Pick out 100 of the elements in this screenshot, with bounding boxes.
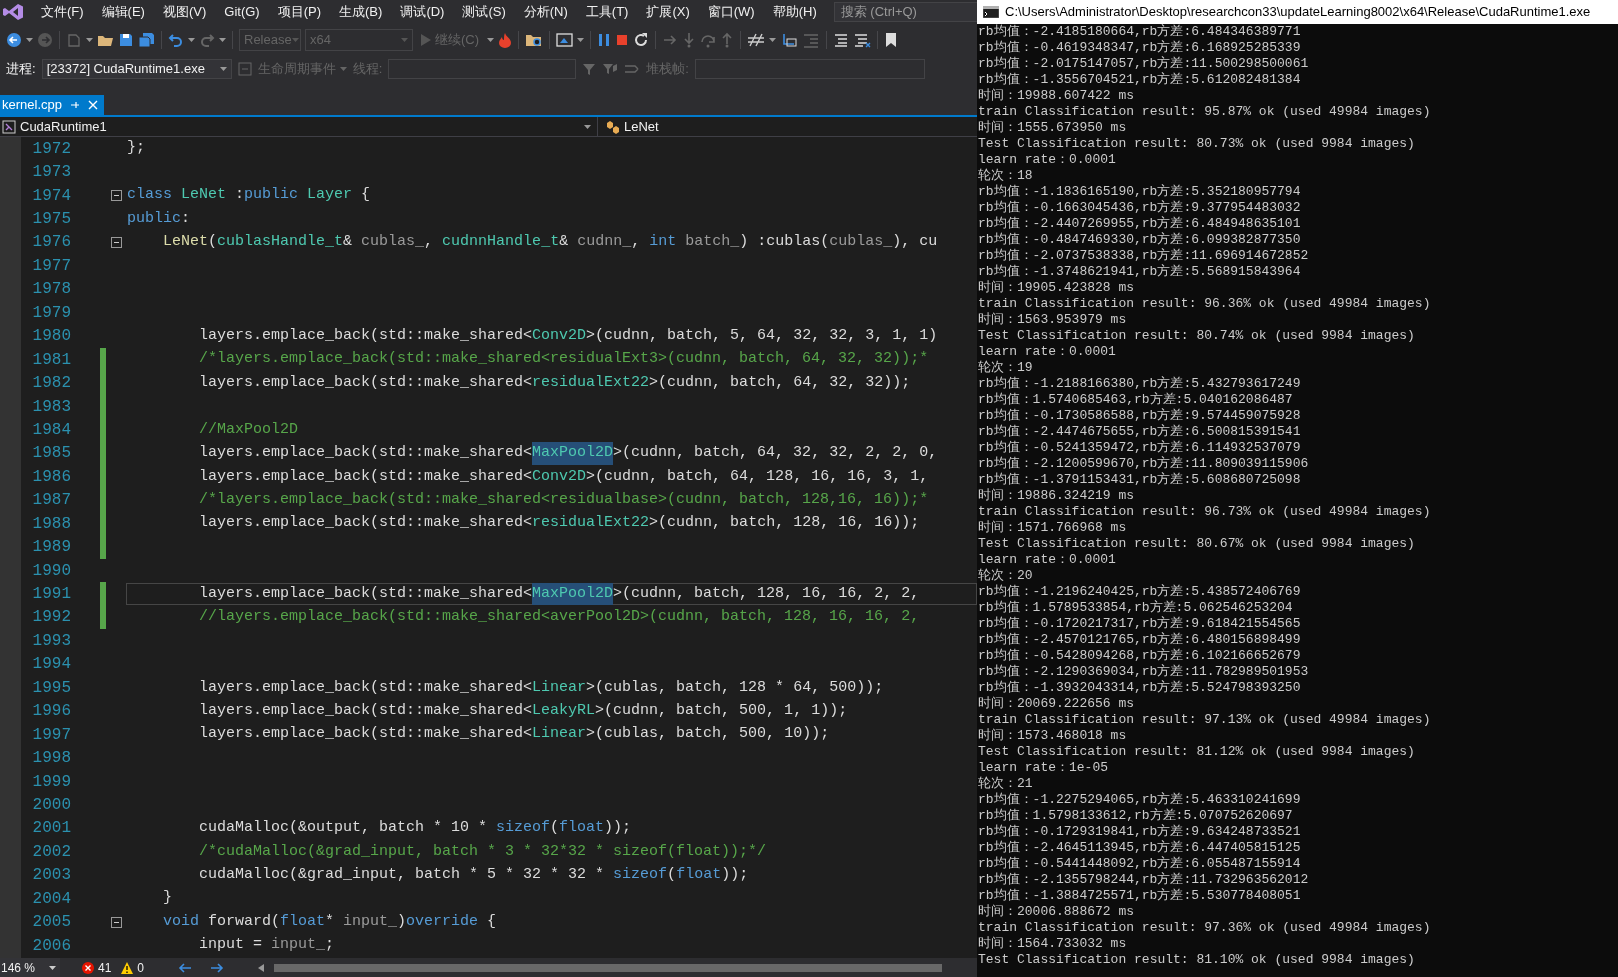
menu-item[interactable]: 窗口(W) xyxy=(698,0,764,24)
caret-icon[interactable] xyxy=(26,38,33,42)
pause-icon[interactable] xyxy=(597,33,612,47)
bookmark-icon[interactable] xyxy=(884,32,899,48)
console-line: 时间：1564.733032 ms xyxy=(978,936,1128,952)
line-number: 1983 xyxy=(31,396,71,418)
collapse-icon[interactable] xyxy=(110,916,122,928)
line-number: 2004 xyxy=(31,888,71,910)
console-line: 时间：1573.468018 ms xyxy=(978,728,1128,744)
console-line: Test Classification result: 80.67% ok (used 9984 images) xyxy=(978,536,1416,552)
caret-icon[interactable] xyxy=(577,38,585,42)
scope-dropdown[interactable]: LeNet xyxy=(598,117,977,136)
console-line: learn rate：0.0001 xyxy=(978,344,1117,360)
menu-item[interactable]: 文件(F) xyxy=(32,0,93,24)
process-dropdown[interactable]: [23372] CudaRuntime1.exe xyxy=(41,58,232,79)
code-line: layers.emplace_back(std::make_shared<LeakyRL>(cudnn, batch, 500, 1, 1)); xyxy=(198,700,849,721)
menu-item[interactable]: 生成(B) xyxy=(330,0,392,24)
indent-icon[interactable] xyxy=(780,32,799,48)
console-line: rb均值：-2.0737538338,rb方差:11.696914672852 xyxy=(978,248,1310,264)
console-line: Test Classification result: 80.74% ok (used 9984 images) xyxy=(978,328,1416,344)
step-over-icon[interactable] xyxy=(700,32,717,48)
comment-lines-icon[interactable] xyxy=(833,32,850,48)
caret-icon[interactable] xyxy=(769,38,777,42)
console-line: learn rate：1e-05 xyxy=(978,760,1110,776)
line-number: 2005 xyxy=(31,912,71,934)
scroll-left-icon[interactable] xyxy=(258,963,265,972)
redo-icon[interactable] xyxy=(199,32,215,48)
folder-search-icon[interactable] xyxy=(525,32,544,48)
menu-item[interactable]: 帮助(H) xyxy=(763,0,826,24)
line-number: 1992 xyxy=(31,607,71,629)
hex-icon[interactable] xyxy=(747,32,766,48)
code-line: input = input_; xyxy=(198,935,336,956)
line-number: 1987 xyxy=(31,490,71,512)
console-line: rb均值：-0.1663045436,rb方差:9.377954483032 xyxy=(978,200,1302,216)
filter-icon[interactable] xyxy=(582,61,597,76)
undo-icon[interactable] xyxy=(168,32,184,48)
back-icon[interactable] xyxy=(6,32,22,48)
screenshot-icon[interactable] xyxy=(556,32,574,48)
console-line: rb均值：-2.1290369034,rb方差:11.782989501953 xyxy=(978,664,1310,680)
console-line: rb均值：-0.1729319841,rb方差:9.634248733521 xyxy=(978,824,1302,840)
menu-item[interactable]: 编辑(E) xyxy=(92,0,154,24)
stop-icon[interactable] xyxy=(615,33,630,47)
file-tab[interactable]: kernel.cpp xyxy=(0,95,104,115)
zoom-dropdown[interactable]: 146 % xyxy=(0,958,60,977)
project-dropdown[interactable]: CudaRuntime1 xyxy=(0,117,598,136)
caret-icon[interactable] xyxy=(219,38,226,42)
error-count[interactable]: 41 xyxy=(82,958,112,977)
menu-item[interactable]: 扩展(X) xyxy=(637,0,699,24)
save-icon[interactable] xyxy=(118,32,134,48)
back-arrow-icon[interactable] xyxy=(178,961,193,974)
code-line: } xyxy=(162,888,173,909)
code-line: layers.emplace_back(std::make_shared<Conv2D>(cudnn, batch, 64, 128, 16, 16, 3, 1, xyxy=(198,466,930,487)
line-number: 1984 xyxy=(31,419,71,441)
line-number: 1972 xyxy=(31,138,71,160)
line-number: 1995 xyxy=(31,677,71,699)
close-icon[interactable] xyxy=(88,100,98,110)
uncomment-lines-icon[interactable] xyxy=(853,32,872,48)
search-field[interactable]: 搜索 (Ctrl+Q) xyxy=(833,1,977,22)
line-number: 2003 xyxy=(31,865,71,887)
menu-item[interactable]: 调试(D) xyxy=(391,0,454,24)
console-line: 时间：19886.324219 ms xyxy=(978,488,1136,504)
save-all-icon[interactable] xyxy=(138,32,155,48)
console-line: rb均值：-0.1730586588,rb方差:9.574459075928 xyxy=(978,408,1302,424)
warning-count[interactable]: 0 xyxy=(121,958,145,977)
collapse-icon[interactable] xyxy=(110,236,122,248)
menu-item[interactable]: 视图(V) xyxy=(153,0,216,24)
caret-icon[interactable] xyxy=(188,38,195,42)
new-item-icon[interactable] xyxy=(66,32,82,48)
console-line: train Classification result: 95.87% ok (used 49984 images) xyxy=(978,104,1432,120)
console-line: Test Classification result: 81.12% ok (used 9984 images) xyxy=(978,744,1416,760)
window-title: C:\Users\Administrator\Desktop\researchcon33\updateLearning8002\x64\Release\CudaRuntime1.exe xyxy=(1005,3,1591,22)
restart-icon[interactable] xyxy=(633,32,650,48)
flag-filter-icon[interactable] xyxy=(602,61,619,76)
flame-icon[interactable] xyxy=(498,32,513,48)
caret-icon[interactable] xyxy=(487,38,495,42)
forward-arrow-icon[interactable] xyxy=(210,961,225,974)
menu-item[interactable]: 测试(S) xyxy=(453,0,515,24)
line-number: 1981 xyxy=(31,349,71,371)
caret-icon xyxy=(584,124,591,129)
line-number: 2006 xyxy=(31,935,71,957)
console-line: rb均值：-1.1836165190,rb方差:5.352180957794 xyxy=(978,184,1302,200)
code-line: /*cudaMalloc(&grad_input, batch * 3 * 32*32 * sizeof(float));*/ xyxy=(198,841,768,862)
console-line: 时间：1571.766968 ms xyxy=(978,520,1128,536)
caret-icon xyxy=(49,965,56,970)
console-line: 时间：20006.888672 ms xyxy=(978,904,1136,920)
console-line: rb均值：-1.2196240425,rb方差:5.438572406769 xyxy=(978,584,1302,600)
step-into-icon[interactable] xyxy=(682,32,697,48)
collapse-icon[interactable] xyxy=(110,190,122,202)
menu-item[interactable]: 项目(P) xyxy=(268,0,331,24)
line-number: 2002 xyxy=(31,841,71,863)
menu-item[interactable]: 工具(T) xyxy=(576,0,638,24)
console-icon xyxy=(983,6,999,18)
caret-icon[interactable] xyxy=(86,38,93,42)
menu-item[interactable]: Git(G) xyxy=(215,0,269,24)
console-line: rb均值：-2.4645113945,rb方差:6.447405815125 xyxy=(978,840,1302,856)
pin-icon[interactable] xyxy=(70,100,80,110)
process-label: 进程: xyxy=(6,59,36,78)
menu-item[interactable]: 分析(N) xyxy=(514,0,577,24)
line-number: 1985 xyxy=(31,443,71,465)
console-line: rb均值：-1.3556704521,rb方差:5.612082481384 xyxy=(978,72,1302,88)
